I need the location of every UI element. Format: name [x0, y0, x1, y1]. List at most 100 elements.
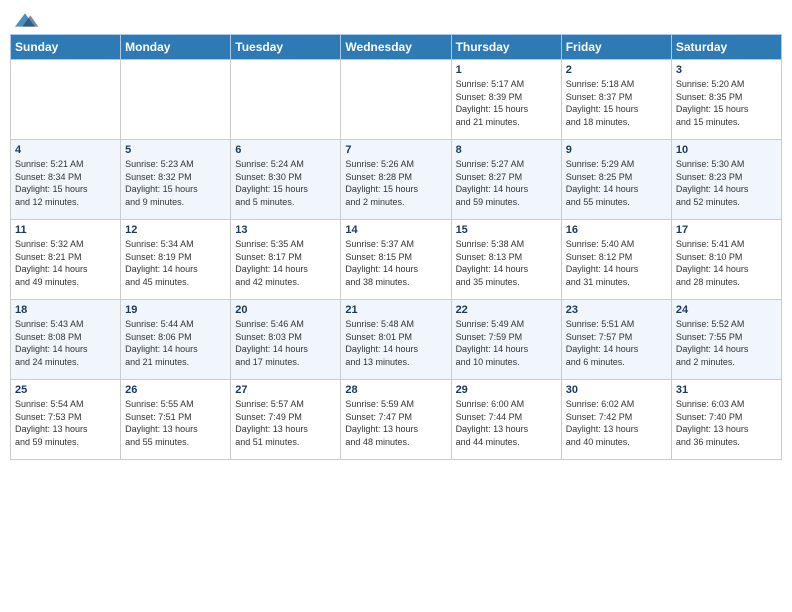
day-number: 9 [566, 144, 667, 156]
day-info: Sunrise: 5:27 AM Sunset: 8:27 PM Dayligh… [456, 158, 557, 208]
day-number: 3 [676, 64, 777, 76]
col-header-saturday: Saturday [671, 35, 781, 60]
calendar-cell: 13Sunrise: 5:35 AM Sunset: 8:17 PM Dayli… [231, 220, 341, 300]
calendar-cell: 30 Sunrise: 6:02 AM Sunset: 7:42 PM Dayli… [561, 380, 671, 460]
day-number: 19 [125, 304, 226, 316]
day-info: Sunrise: 5:24 AM Sunset: 8:30 PM Dayligh… [235, 158, 336, 208]
week-row-4: 18Sunrise: 5:43 AM Sunset: 8:08 PM Dayli… [11, 300, 782, 380]
day-info: Sunrise: 5:55 AM Sunset: 7:51 PM Dayligh… [125, 398, 226, 448]
col-header-thursday: Thursday [451, 35, 561, 60]
calendar-cell: 5 Sunrise: 5:23 AM Sunset: 8:32 PM Daylig… [121, 140, 231, 220]
day-info: Sunrise: 5:54 AM Sunset: 7:53 PM Dayligh… [15, 398, 116, 448]
day-number: 5 [125, 144, 226, 156]
day-info: Sunrise: 5:40 AM Sunset: 8:12 PM Dayligh… [566, 238, 667, 288]
day-info: Sunrise: 6:02 AM Sunset: 7:42 PM Dayligh… [566, 398, 667, 448]
day-number: 31 [676, 384, 777, 396]
calendar-cell: 19 Sunrise: 5:44 AM Sunset: 8:06 PM Dayli… [121, 300, 231, 380]
calendar-cell: 2 Sunrise: 5:18 AM Sunset: 8:37 PM Daylig… [561, 60, 671, 140]
calendar-cell: 21 Sunrise: 5:48 AM Sunset: 8:01 PM Dayli… [341, 300, 451, 380]
day-number: 21 [345, 304, 446, 316]
day-info: Sunrise: 6:03 AM Sunset: 7:40 PM Dayligh… [676, 398, 777, 448]
day-number: 7 [345, 144, 446, 156]
calendar-cell: 27 Sunrise: 5:57 AM Sunset: 7:49 PM Dayli… [231, 380, 341, 460]
col-header-tuesday: Tuesday [231, 35, 341, 60]
day-info: Sunrise: 5:29 AM Sunset: 8:25 PM Dayligh… [566, 158, 667, 208]
day-info: Sunrise: 5:52 AM Sunset: 7:55 PM Dayligh… [676, 318, 777, 368]
day-number: 14 [345, 224, 446, 236]
day-info: Sunrise: 5:46 AM Sunset: 8:03 PM Dayligh… [235, 318, 336, 368]
day-info: Sunrise: 5:21 AM Sunset: 8:34 PM Dayligh… [15, 158, 116, 208]
logo [10, 10, 44, 30]
calendar-cell: 18Sunrise: 5:43 AM Sunset: 8:08 PM Dayli… [11, 300, 121, 380]
calendar-cell: 11 Sunrise: 5:32 AM Sunset: 8:21 PM Dayli… [11, 220, 121, 300]
calendar-cell: 17Sunrise: 5:41 AM Sunset: 8:10 PM Dayli… [671, 220, 781, 300]
week-row-5: 25 Sunrise: 5:54 AM Sunset: 7:53 PM Dayli… [11, 380, 782, 460]
week-row-3: 11 Sunrise: 5:32 AM Sunset: 8:21 PM Dayli… [11, 220, 782, 300]
day-info: Sunrise: 5:44 AM Sunset: 8:06 PM Dayligh… [125, 318, 226, 368]
logo-icon [10, 10, 40, 30]
day-info: Sunrise: 5:30 AM Sunset: 8:23 PM Dayligh… [676, 158, 777, 208]
calendar-cell: 9 Sunrise: 5:29 AM Sunset: 8:25 PM Daylig… [561, 140, 671, 220]
day-number: 20 [235, 304, 336, 316]
week-row-1: 1 Sunrise: 5:17 AM Sunset: 8:39 PM Daylig… [11, 60, 782, 140]
calendar-cell: 20 Sunrise: 5:46 AM Sunset: 8:03 PM Dayli… [231, 300, 341, 380]
day-number: 4 [15, 144, 116, 156]
calendar-cell [231, 60, 341, 140]
day-number: 27 [235, 384, 336, 396]
day-info: Sunrise: 5:35 AM Sunset: 8:17 PM Dayligh… [235, 238, 336, 288]
calendar-cell: 28Sunrise: 5:59 AM Sunset: 7:47 PM Dayli… [341, 380, 451, 460]
week-row-2: 4 Sunrise: 5:21 AM Sunset: 8:34 PM Daylig… [11, 140, 782, 220]
day-number: 24 [676, 304, 777, 316]
day-number: 8 [456, 144, 557, 156]
day-number: 1 [456, 64, 557, 76]
calendar-table: SundayMondayTuesdayWednesdayThursdayFrid… [10, 34, 782, 460]
day-info: Sunrise: 5:49 AM Sunset: 7:59 PM Dayligh… [456, 318, 557, 368]
day-info: Sunrise: 5:17 AM Sunset: 8:39 PM Dayligh… [456, 78, 557, 128]
day-number: 15 [456, 224, 557, 236]
calendar-cell [121, 60, 231, 140]
calendar-cell: 25 Sunrise: 5:54 AM Sunset: 7:53 PM Dayli… [11, 380, 121, 460]
col-header-wednesday: Wednesday [341, 35, 451, 60]
day-info: Sunrise: 5:37 AM Sunset: 8:15 PM Dayligh… [345, 238, 446, 288]
calendar-cell: 26 Sunrise: 5:55 AM Sunset: 7:51 PM Dayli… [121, 380, 231, 460]
calendar-cell: 29 Sunrise: 6:00 AM Sunset: 7:44 PM Dayli… [451, 380, 561, 460]
day-info: Sunrise: 6:00 AM Sunset: 7:44 PM Dayligh… [456, 398, 557, 448]
day-number: 25 [15, 384, 116, 396]
calendar-cell: 12Sunrise: 5:34 AM Sunset: 8:19 PM Dayli… [121, 220, 231, 300]
day-info: Sunrise: 5:23 AM Sunset: 8:32 PM Dayligh… [125, 158, 226, 208]
day-number: 23 [566, 304, 667, 316]
day-number: 17 [676, 224, 777, 236]
day-number: 26 [125, 384, 226, 396]
day-info: Sunrise: 5:34 AM Sunset: 8:19 PM Dayligh… [125, 238, 226, 288]
day-info: Sunrise: 5:51 AM Sunset: 7:57 PM Dayligh… [566, 318, 667, 368]
calendar-cell: 14 Sunrise: 5:37 AM Sunset: 8:15 PM Dayli… [341, 220, 451, 300]
day-number: 6 [235, 144, 336, 156]
calendar-cell: 7Sunrise: 5:26 AM Sunset: 8:28 PM Daylig… [341, 140, 451, 220]
calendar-cell: 15 Sunrise: 5:38 AM Sunset: 8:13 PM Dayli… [451, 220, 561, 300]
calendar-cell: 10 Sunrise: 5:30 AM Sunset: 8:23 PM Dayli… [671, 140, 781, 220]
day-number: 11 [15, 224, 116, 236]
day-number: 10 [676, 144, 777, 156]
calendar-cell: 31 Sunrise: 6:03 AM Sunset: 7:40 PM Dayli… [671, 380, 781, 460]
calendar-cell: 6 Sunrise: 5:24 AM Sunset: 8:30 PM Daylig… [231, 140, 341, 220]
col-header-friday: Friday [561, 35, 671, 60]
day-info: Sunrise: 5:43 AM Sunset: 8:08 PM Dayligh… [15, 318, 116, 368]
day-info: Sunrise: 5:38 AM Sunset: 8:13 PM Dayligh… [456, 238, 557, 288]
day-info: Sunrise: 5:20 AM Sunset: 8:35 PM Dayligh… [676, 78, 777, 128]
day-info: Sunrise: 5:57 AM Sunset: 7:49 PM Dayligh… [235, 398, 336, 448]
calendar-cell: 22 Sunrise: 5:49 AM Sunset: 7:59 PM Dayli… [451, 300, 561, 380]
day-number: 30 [566, 384, 667, 396]
day-number: 22 [456, 304, 557, 316]
day-number: 29 [456, 384, 557, 396]
day-info: Sunrise: 5:32 AM Sunset: 8:21 PM Dayligh… [15, 238, 116, 288]
day-number: 2 [566, 64, 667, 76]
calendar-header-row: SundayMondayTuesdayWednesdayThursdayFrid… [11, 35, 782, 60]
calendar-cell [341, 60, 451, 140]
page-header [10, 10, 782, 30]
day-info: Sunrise: 5:59 AM Sunset: 7:47 PM Dayligh… [345, 398, 446, 448]
calendar-cell: 3 Sunrise: 5:20 AM Sunset: 8:35 PM Daylig… [671, 60, 781, 140]
day-info: Sunrise: 5:48 AM Sunset: 8:01 PM Dayligh… [345, 318, 446, 368]
calendar-cell: 16Sunrise: 5:40 AM Sunset: 8:12 PM Dayli… [561, 220, 671, 300]
col-header-sunday: Sunday [11, 35, 121, 60]
day-info: Sunrise: 5:18 AM Sunset: 8:37 PM Dayligh… [566, 78, 667, 128]
